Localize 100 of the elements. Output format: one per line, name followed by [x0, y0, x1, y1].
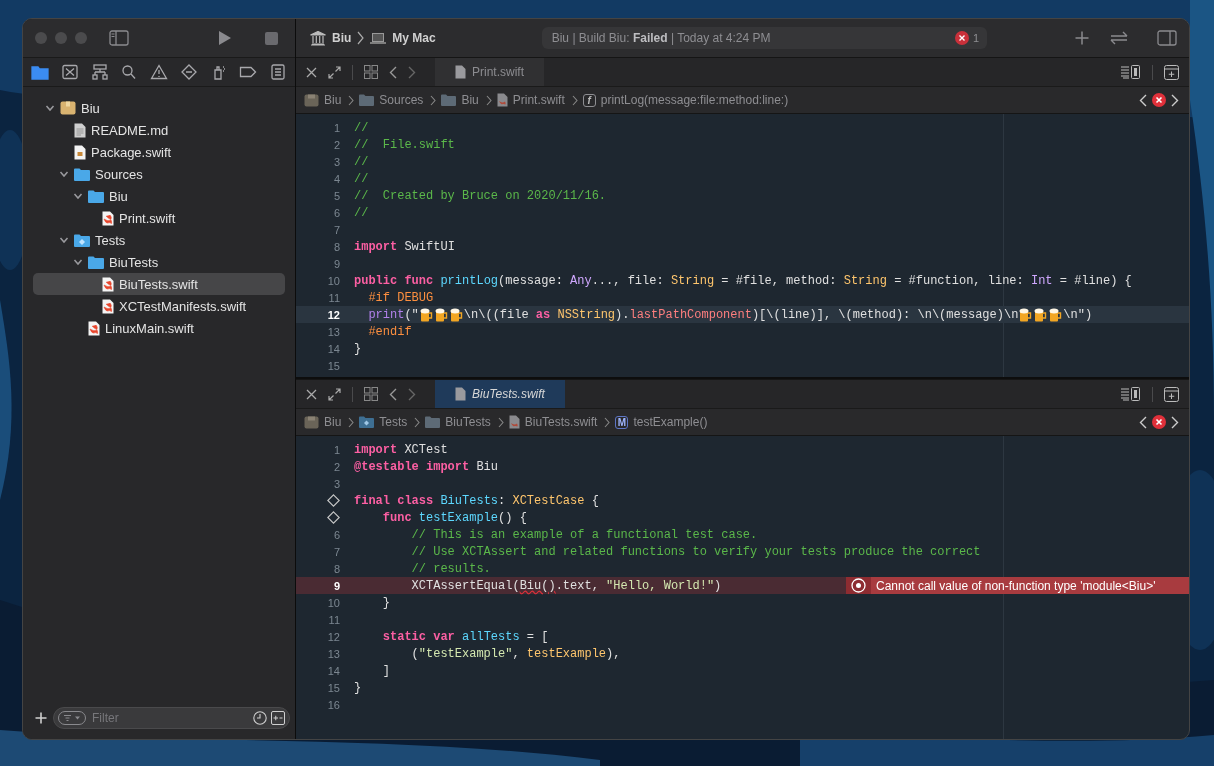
- disclosure-icon[interactable]: [45, 103, 55, 113]
- add-icon[interactable]: [35, 712, 47, 724]
- line-number: 14: [327, 664, 340, 677]
- plus-minus-icon[interactable]: [271, 711, 285, 725]
- line-number: 4: [333, 172, 340, 185]
- code-line: #if DEBUG: [367, 290, 434, 305]
- grid-icon[interactable]: [364, 387, 378, 401]
- symbol-badge: f: [582, 93, 596, 107]
- editor-tab[interactable]: BiuTests.swift: [435, 380, 565, 408]
- destination-name[interactable]: My Mac: [392, 31, 436, 45]
- breadcrumb-item[interactable]: Biu: [461, 93, 479, 107]
- clock-icon[interactable]: [253, 711, 267, 725]
- breadcrumb-item[interactable]: Sources: [379, 93, 424, 107]
- code-line: final class BiuTests: XCTestCase {: [354, 493, 599, 508]
- filter-icon[interactable]: [58, 711, 86, 725]
- back-icon[interactable]: [389, 65, 397, 79]
- tree-item[interactable]: Biu: [33, 185, 285, 207]
- folder-icon: [88, 255, 104, 269]
- line-number: 1: [333, 121, 340, 134]
- line-number: 15: [327, 681, 340, 694]
- forward-icon[interactable]: [408, 387, 416, 401]
- tree-item[interactable]: Tests: [33, 229, 285, 251]
- tree-item[interactable]: XCTestManifests.swift: [33, 295, 285, 317]
- line-number: 11: [328, 291, 340, 304]
- swap-arrows-icon[interactable]: [1109, 31, 1129, 45]
- package-icon: [60, 101, 76, 115]
- error-icon[interactable]: [851, 578, 866, 593]
- adjust-editor-icon[interactable]: [1121, 65, 1141, 79]
- test-folder-icon: [359, 416, 375, 428]
- tree-item[interactable]: Print.swift: [33, 207, 285, 229]
- disclosure-icon[interactable]: [73, 191, 83, 201]
- add-editor-icon[interactable]: [1164, 386, 1179, 402]
- line-number: 12: [327, 308, 340, 321]
- tree-item[interactable]: LinuxMain.swift: [33, 317, 285, 339]
- code-line: XCTAssertEqual(Biu().text, "Hello, World!"): [410, 578, 722, 593]
- expand-icon[interactable]: [328, 387, 341, 401]
- previous-issue-icon[interactable]: [1139, 93, 1147, 107]
- disclosure-icon[interactable]: [59, 235, 69, 245]
- breadcrumb-item[interactable]: testExample(): [633, 415, 708, 429]
- tree-item[interactable]: BiuTests: [33, 251, 285, 273]
- code-line: import XCTest: [354, 442, 448, 457]
- filter-field[interactable]: Filter: [53, 707, 290, 729]
- code-line: // File.swift: [354, 137, 455, 152]
- code-line: // results.: [410, 561, 491, 576]
- chevron-icon: [348, 416, 355, 428]
- inspector-icon[interactable]: [1157, 30, 1177, 46]
- next-issue-icon[interactable]: [1171, 93, 1179, 107]
- error-count: 1: [972, 32, 979, 44]
- line-number: 3: [333, 155, 340, 168]
- close-icon[interactable]: [306, 388, 317, 400]
- code-line: }: [354, 680, 362, 695]
- tree-item[interactable]: Biu: [33, 97, 285, 119]
- previous-issue-icon[interactable]: [1139, 415, 1147, 429]
- chevron-icon: [357, 31, 365, 45]
- grid-icon[interactable]: [364, 65, 378, 79]
- folder-icon: [74, 167, 90, 181]
- error-icon[interactable]: [954, 31, 969, 45]
- breadcrumb-item[interactable]: Biu: [324, 415, 342, 429]
- expand-icon[interactable]: [328, 65, 341, 79]
- breadcrumb-item[interactable]: printLog(message:file:method:line:): [600, 93, 789, 107]
- add-editor-icon[interactable]: [1164, 64, 1179, 80]
- laptop-icon[interactable]: [370, 32, 387, 44]
- error-icon[interactable]: [1152, 93, 1166, 107]
- filter-input[interactable]: Filter: [90, 710, 249, 726]
- chevron-icon: [497, 416, 504, 428]
- building-icon[interactable]: [310, 30, 326, 46]
- package-document-icon: [74, 144, 86, 160]
- back-icon[interactable]: [389, 387, 397, 401]
- breadcrumb-item[interactable]: BiuTests: [445, 415, 491, 429]
- line-number: 8: [333, 240, 340, 253]
- folder-icon: [425, 416, 441, 428]
- next-issue-icon[interactable]: [1171, 415, 1179, 429]
- breadcrumb-item[interactable]: Biu: [324, 93, 342, 107]
- sidebar-icon[interactable]: [109, 30, 129, 46]
- test-diamond-icon[interactable]: [327, 511, 340, 524]
- code-line: //: [354, 154, 369, 169]
- disclosure-icon[interactable]: [59, 169, 69, 179]
- editor-tab[interactable]: Print.swift: [435, 58, 544, 86]
- tree-item[interactable]: BiuTests.swift: [33, 273, 285, 295]
- line-number: 10: [327, 274, 340, 287]
- issues-icon[interactable]: [148, 62, 170, 82]
- breadcrumb-item[interactable]: Print.swift: [512, 93, 565, 107]
- breadcrumb-item[interactable]: Tests: [379, 415, 408, 429]
- test-diamond-icon[interactable]: [327, 494, 340, 507]
- code-line: // Use XCTAssert and related functions to verify your tests produce the correct: [410, 544, 981, 559]
- error-icon[interactable]: [1152, 415, 1166, 429]
- beer-mug-icon: [1049, 307, 1063, 322]
- stop-icon[interactable]: [265, 31, 278, 45]
- tree-item[interactable]: README.md: [33, 119, 285, 141]
- line-number: 13: [327, 325, 340, 338]
- tree-item[interactable]: Sources: [33, 163, 285, 185]
- line-number: 16: [327, 698, 340, 711]
- disclosure-icon[interactable]: [73, 257, 83, 267]
- scheme-name[interactable]: Biu: [332, 31, 352, 45]
- close-icon[interactable]: [306, 66, 317, 78]
- play-icon[interactable]: [218, 30, 232, 46]
- tree-item[interactable]: Package.swift: [33, 141, 285, 163]
- adjust-editor-icon[interactable]: [1121, 387, 1141, 401]
- breadcrumb-item[interactable]: BiuTests.swift: [524, 415, 598, 429]
- forward-icon[interactable]: [408, 65, 416, 79]
